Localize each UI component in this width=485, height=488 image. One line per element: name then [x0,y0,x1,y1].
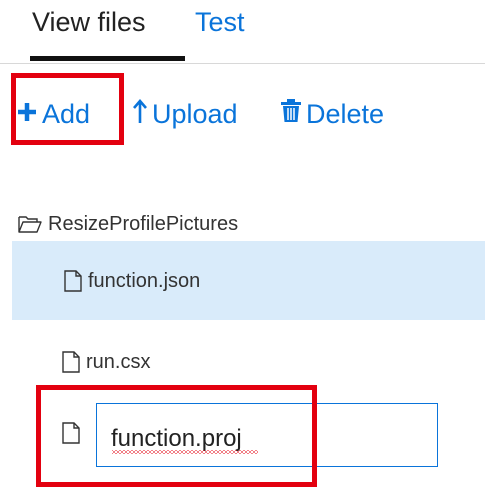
tab-test[interactable]: Test [195,2,245,42]
new-file-name-input[interactable] [96,403,438,467]
tree-folder[interactable]: ResizeProfilePictures [18,206,238,242]
upload-arrow-icon [132,98,148,131]
file-icon [64,270,88,292]
add-button[interactable]: Add [16,90,90,138]
tab-bar: View files Test [0,0,485,64]
tab-view-files[interactable]: View files [32,2,146,42]
file-icon [62,422,86,444]
file-icon [62,351,86,373]
upload-button[interactable]: Upload [132,90,238,138]
add-button-label: Add [42,98,91,129]
active-tab-indicator [30,56,185,61]
file-name: function.json [88,269,201,292]
tree-file[interactable]: run.csx [62,342,150,382]
delete-button-label: Delete [306,98,385,129]
folder-name: ResizeProfilePictures [48,212,239,235]
plus-icon [16,99,38,130]
file-name: run.csx [86,350,151,373]
upload-button-label: Upload [152,98,238,129]
trash-icon [280,98,302,130]
tab-divider [0,63,485,64]
tree-file-selected[interactable]: function.json [12,241,485,320]
folder-open-icon [18,215,48,233]
new-file-row [62,413,86,453]
spellcheck-underline [112,450,258,454]
delete-button[interactable]: Delete [280,90,384,138]
